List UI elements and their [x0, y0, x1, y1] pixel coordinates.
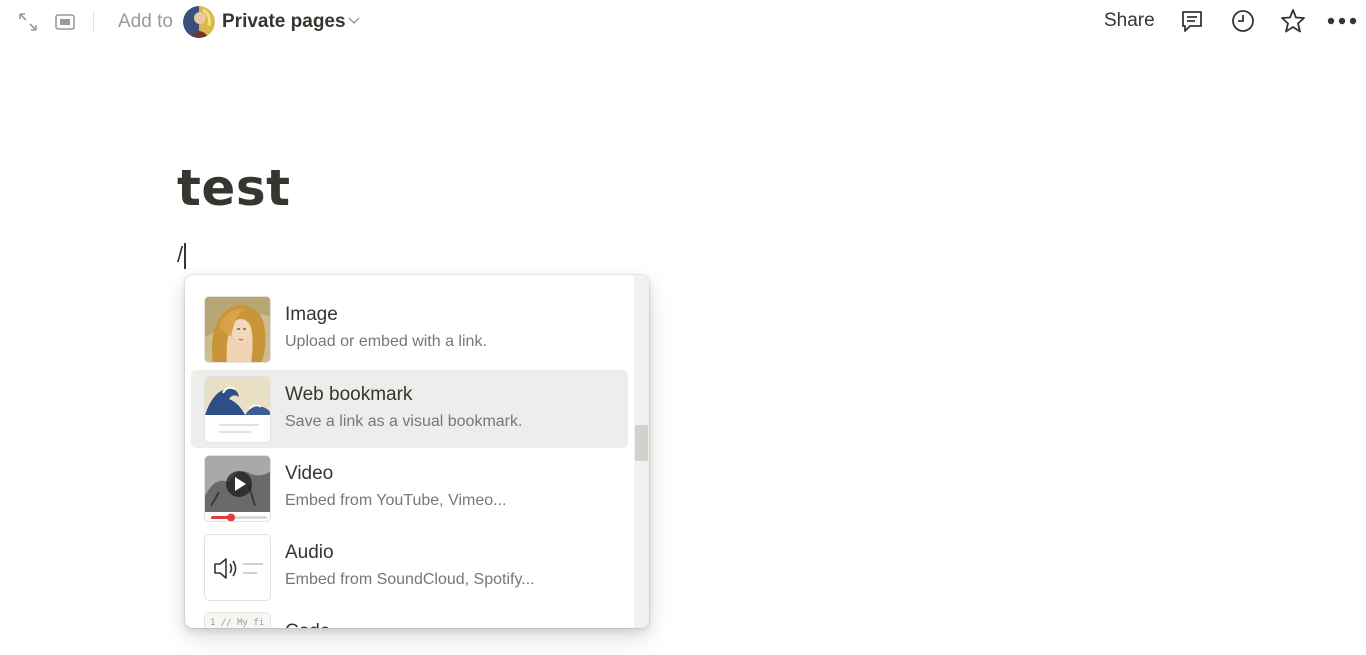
clock-icon[interactable] [1227, 5, 1259, 37]
side-peek-icon[interactable] [51, 8, 79, 36]
page-title[interactable]: test [177, 158, 290, 218]
workspace-name[interactable]: Private pages [222, 10, 346, 34]
menu-item-title: Web bookmark [285, 384, 413, 405]
video-thumbnail-icon [204, 455, 271, 522]
web-bookmark-thumbnail-icon [204, 376, 271, 443]
menu-item-code[interactable]: 1 // My fi Code [191, 603, 628, 628]
menu-item-title: Audio [285, 542, 334, 563]
menu-item-description: Save a link as a visual bookmark. [285, 413, 523, 430]
menu-item-audio[interactable]: Audio Embed from SoundCloud, Spotify... [191, 524, 628, 602]
slash-menu-list: Image Upload or embed with a link. Web b… [185, 275, 634, 628]
star-icon[interactable] [1277, 5, 1309, 37]
menu-item-web-bookmark[interactable]: Web bookmark Save a link as a visual boo… [191, 370, 628, 448]
divider [93, 11, 94, 33]
menu-item-video[interactable]: Video Embed from YouTube, Vimeo... [191, 445, 628, 523]
menu-scrollbar-thumb[interactable] [635, 425, 648, 461]
menu-scrollbar[interactable] [634, 275, 649, 628]
menu-item-description: Embed from YouTube, Vimeo... [285, 492, 507, 509]
audio-thumbnail-icon [204, 534, 271, 601]
comment-icon[interactable] [1176, 5, 1208, 37]
expand-icon[interactable] [14, 8, 42, 36]
menu-item-description: Upload or embed with a link. [285, 333, 487, 350]
text-caret [184, 243, 186, 270]
slash-command-menu: Image Upload or embed with a link. Web b… [185, 275, 649, 628]
image-thumbnail-icon [204, 296, 271, 363]
code-thumbnail-icon: 1 // My fi [204, 612, 271, 628]
editor-text: / [177, 242, 184, 267]
chevron-down-icon[interactable] [345, 12, 363, 30]
menu-item-description: Embed from SoundCloud, Spotify... [285, 571, 535, 588]
workspace-avatar[interactable] [183, 6, 215, 38]
add-to-label[interactable]: Add to [118, 10, 173, 34]
more-options-icon[interactable] [1325, 5, 1359, 37]
menu-item-title: Code [285, 620, 330, 628]
top-bar: Add to Private pages Share [0, 0, 1366, 44]
svg-text:1 // My fi: 1 // My fi [210, 618, 264, 628]
editor-block[interactable]: / [177, 240, 577, 270]
menu-item-title: Video [285, 463, 334, 484]
menu-item-title: Image [285, 304, 338, 325]
share-button[interactable]: Share [1098, 6, 1161, 36]
menu-item-image[interactable]: Image Upload or embed with a link. [191, 286, 628, 364]
